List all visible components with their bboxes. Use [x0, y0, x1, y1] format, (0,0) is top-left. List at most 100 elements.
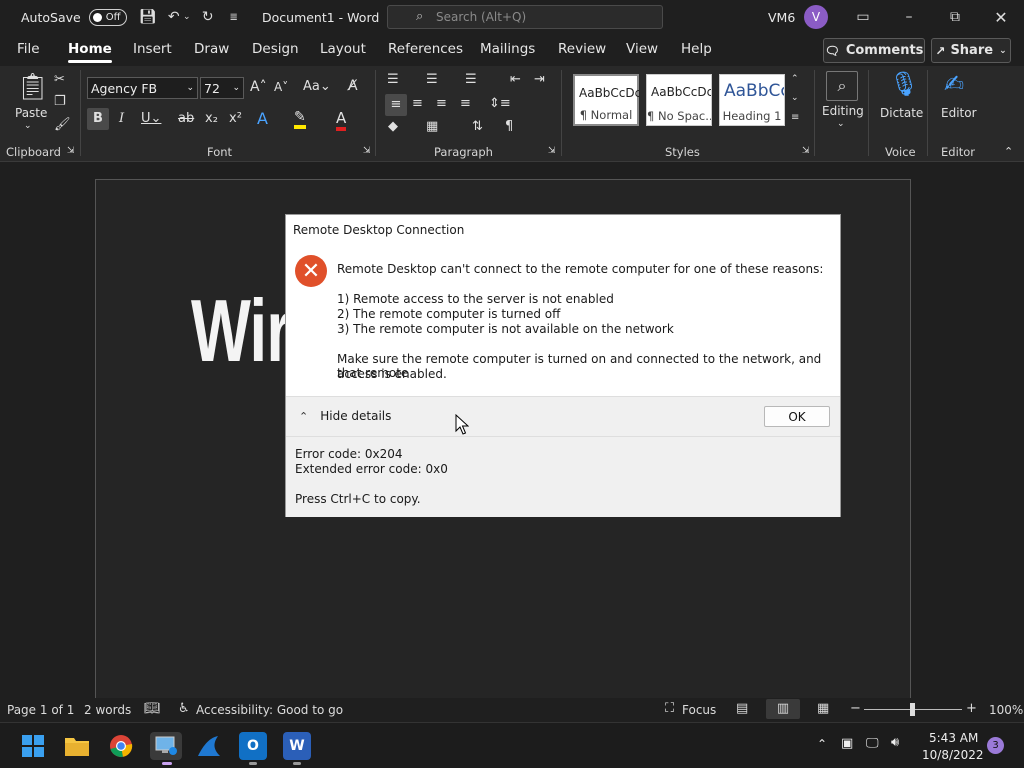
align-center-icon[interactable]: ≡	[412, 96, 423, 111]
restore-icon[interactable]: ⧉	[943, 6, 967, 28]
text-effects-icon[interactable]: A	[257, 109, 268, 128]
shading-icon[interactable]: ◆	[388, 119, 398, 134]
zoom-slider-thumb[interactable]	[910, 703, 915, 716]
line-spacing-icon[interactable]: ⇕≡	[489, 96, 511, 111]
proofing-icon[interactable]: 📖︎	[144, 701, 161, 716]
focus-icon[interactable]: ⛶	[665, 701, 674, 716]
zoom-in-icon[interactable]: +	[966, 701, 977, 716]
redo-icon[interactable]: ↻	[199, 8, 217, 26]
minimize-icon[interactable]: –	[897, 6, 921, 28]
style-no-spacing[interactable]: AaBbCcDc ¶ No Spac...	[646, 74, 712, 126]
bullets-icon[interactable]: ☰	[387, 72, 399, 87]
edge-shark-icon[interactable]	[195, 732, 223, 760]
copy-icon[interactable]: ❐	[54, 94, 66, 109]
find-icon[interactable]: ⌕	[826, 71, 858, 101]
tab-mailings[interactable]: Mailings	[480, 41, 535, 57]
justify-icon[interactable]: ≡	[460, 96, 471, 111]
dictate-label[interactable]: Dictate	[880, 106, 923, 120]
notification-badge[interactable]: 3	[987, 737, 1004, 754]
paragraph-launcher-icon[interactable]: ⇲	[548, 146, 556, 156]
undo-dropdown-icon[interactable]: ⌄	[183, 8, 191, 26]
grow-font-icon[interactable]: A˄	[250, 79, 267, 95]
paste-icon[interactable]: 📋︎	[16, 72, 49, 102]
show-hidden-icons-icon[interactable]: ⌃	[817, 737, 827, 751]
save-icon[interactable]: 💾︎	[139, 8, 157, 26]
document-text[interactable]: Wir	[191, 280, 291, 382]
show-paragraph-marks-icon[interactable]: ¶	[505, 119, 513, 134]
font-color-icon[interactable]: A	[336, 109, 347, 131]
tab-view[interactable]: View	[626, 41, 658, 57]
ribbon-display-options-icon[interactable]: ▭	[851, 6, 875, 28]
font-launcher-icon[interactable]: ⇲	[363, 146, 371, 156]
styles-launcher-icon[interactable]: ⇲	[802, 146, 810, 156]
word-count[interactable]: 2 words	[84, 703, 131, 717]
collapse-ribbon-icon[interactable]: ⌃	[1004, 145, 1013, 158]
multilevel-list-icon[interactable]: ☰	[465, 72, 477, 87]
hide-details-button[interactable]: ⌃ Hide details	[299, 409, 391, 423]
shrink-font-icon[interactable]: A˅	[274, 80, 288, 94]
editing-label[interactable]: Editing	[822, 104, 864, 118]
start-icon[interactable]	[19, 732, 47, 760]
sort-icon[interactable]: ⇅	[472, 119, 483, 134]
clock-time[interactable]: 5:43 AM	[929, 731, 978, 745]
tab-draw[interactable]: Draw	[194, 41, 229, 57]
font-name-select[interactable]: Agency FB ⌄	[87, 77, 198, 99]
editing-dropdown-icon[interactable]: ⌄	[837, 119, 845, 129]
avatar[interactable]: V	[804, 5, 828, 29]
search-input[interactable]: ⌕ Search (Alt+Q)	[387, 5, 663, 29]
autosave-toggle[interactable]: Off	[88, 8, 127, 26]
subscript-icon[interactable]: x₂	[205, 111, 218, 126]
italic-icon[interactable]: I	[119, 111, 124, 126]
volume-icon[interactable]: 🔊︎	[891, 735, 899, 750]
borders-icon[interactable]: ▦	[426, 119, 438, 134]
comments-button[interactable]: 🗨︎ Comments	[823, 38, 925, 63]
undo-icon[interactable]: ↶	[165, 8, 183, 26]
read-mode-icon[interactable]: ▤	[736, 701, 748, 716]
outlook-icon[interactable]: O	[239, 732, 267, 760]
paste-label[interactable]: Paste	[15, 106, 47, 120]
customize-toolbar-icon[interactable]: ≣	[225, 8, 243, 26]
tab-design[interactable]: Design	[252, 41, 299, 57]
align-left-icon[interactable]: ≡	[385, 94, 407, 116]
paste-dropdown-icon[interactable]: ⌄	[24, 121, 32, 131]
tab-insert[interactable]: Insert	[133, 41, 172, 57]
page-count[interactable]: Page 1 of 1	[7, 703, 74, 717]
chrome-icon[interactable]	[107, 732, 135, 760]
decrease-indent-icon[interactable]: ⇤	[510, 72, 521, 87]
style-normal[interactable]: AaBbCcDc ¶ Normal	[573, 74, 639, 126]
format-painter-icon[interactable]: 🖌︎	[54, 117, 71, 132]
share-button[interactable]: ↗ Share ⌄	[931, 38, 1011, 63]
microphone-icon[interactable]: 🎙︎	[889, 70, 919, 98]
print-layout-icon[interactable]: ▥	[766, 699, 800, 719]
align-right-icon[interactable]: ≡	[436, 96, 447, 111]
editor-pen-icon[interactable]: ✍	[944, 70, 964, 98]
strikethrough-icon[interactable]: ab	[178, 111, 194, 126]
zoom-level[interactable]: 100%	[989, 703, 1023, 717]
numbering-icon[interactable]: ☰	[426, 72, 438, 87]
clipboard-launcher-icon[interactable]: ⇲	[67, 146, 75, 156]
tab-file[interactable]: File	[17, 41, 40, 57]
style-heading-1[interactable]: AaBbCc Heading 1	[719, 74, 785, 126]
network-icon[interactable]: 🖵︎	[866, 736, 879, 751]
styles-scroll-down-icon[interactable]: ⌄	[791, 93, 799, 103]
bold-icon[interactable]: B	[87, 108, 109, 130]
increase-indent-icon[interactable]: ⇥	[534, 72, 545, 87]
tab-home[interactable]: Home	[68, 41, 112, 63]
tray-app-icon[interactable]: ▣	[841, 736, 853, 751]
clock-date[interactable]: 10/8/2022	[922, 748, 984, 762]
word-icon[interactable]: W	[283, 732, 311, 760]
highlight-icon[interactable]: ✎	[294, 109, 306, 129]
web-layout-icon[interactable]: ▦	[817, 701, 829, 716]
editor-label[interactable]: Editor	[941, 106, 977, 120]
ok-button[interactable]: OK	[764, 406, 830, 427]
styles-more-icon[interactable]: ≡	[791, 112, 799, 123]
accessibility-status[interactable]: Accessibility: Good to go	[196, 703, 343, 717]
tab-layout[interactable]: Layout	[320, 41, 366, 57]
styles-scroll-up-icon[interactable]: ⌃	[791, 74, 799, 84]
clear-formatting-icon[interactable]: A̸	[348, 78, 358, 94]
focus-label[interactable]: Focus	[682, 703, 716, 717]
superscript-icon[interactable]: x²	[229, 111, 242, 126]
tab-review[interactable]: Review	[558, 41, 606, 57]
zoom-out-icon[interactable]: −	[850, 701, 861, 716]
cut-icon[interactable]: ✂	[54, 72, 65, 87]
